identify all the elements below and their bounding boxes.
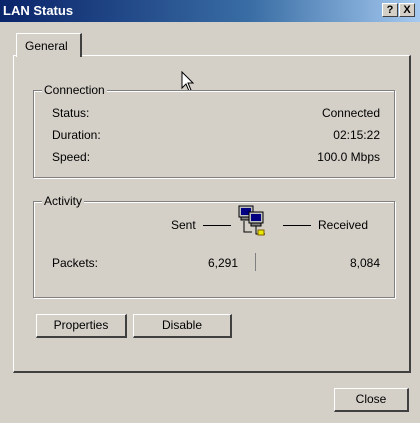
- window-title: LAN Status: [3, 3, 74, 18]
- properties-button[interactable]: Properties: [36, 314, 127, 338]
- status-label: Status:: [52, 106, 90, 120]
- title-bar[interactable]: LAN Status ? X: [0, 0, 420, 22]
- received-label: Received: [318, 218, 369, 232]
- activity-group: Activity: [33, 194, 395, 298]
- disable-button[interactable]: Disable: [133, 314, 232, 338]
- packets-sent-value: 6,291: [207, 256, 238, 270]
- close-window-button[interactable]: X: [399, 3, 415, 17]
- tab-general[interactable]: General: [16, 33, 82, 57]
- duration-value: 02:15:22: [333, 128, 380, 142]
- duration-label: Duration:: [52, 128, 101, 142]
- packets-label: Packets:: [52, 256, 99, 270]
- received-line: [283, 225, 311, 226]
- connection-legend: Connection: [42, 83, 107, 97]
- sent-label: Sent: [171, 218, 196, 232]
- packets-divider: [255, 253, 256, 271]
- close-button[interactable]: Close: [334, 388, 409, 412]
- network-computers-icon: [238, 205, 265, 236]
- speed-value: 100.0 Mbps: [317, 150, 380, 164]
- lan-status-dialog: LAN Status ? X General Connection Status…: [0, 0, 420, 423]
- speed-label: Speed:: [52, 150, 91, 164]
- help-button[interactable]: ?: [382, 3, 398, 17]
- activity-legend: Activity: [42, 194, 85, 208]
- status-value: Connected: [321, 106, 380, 120]
- sent-line: [203, 225, 231, 226]
- packets-received-value: 8,084: [349, 256, 380, 270]
